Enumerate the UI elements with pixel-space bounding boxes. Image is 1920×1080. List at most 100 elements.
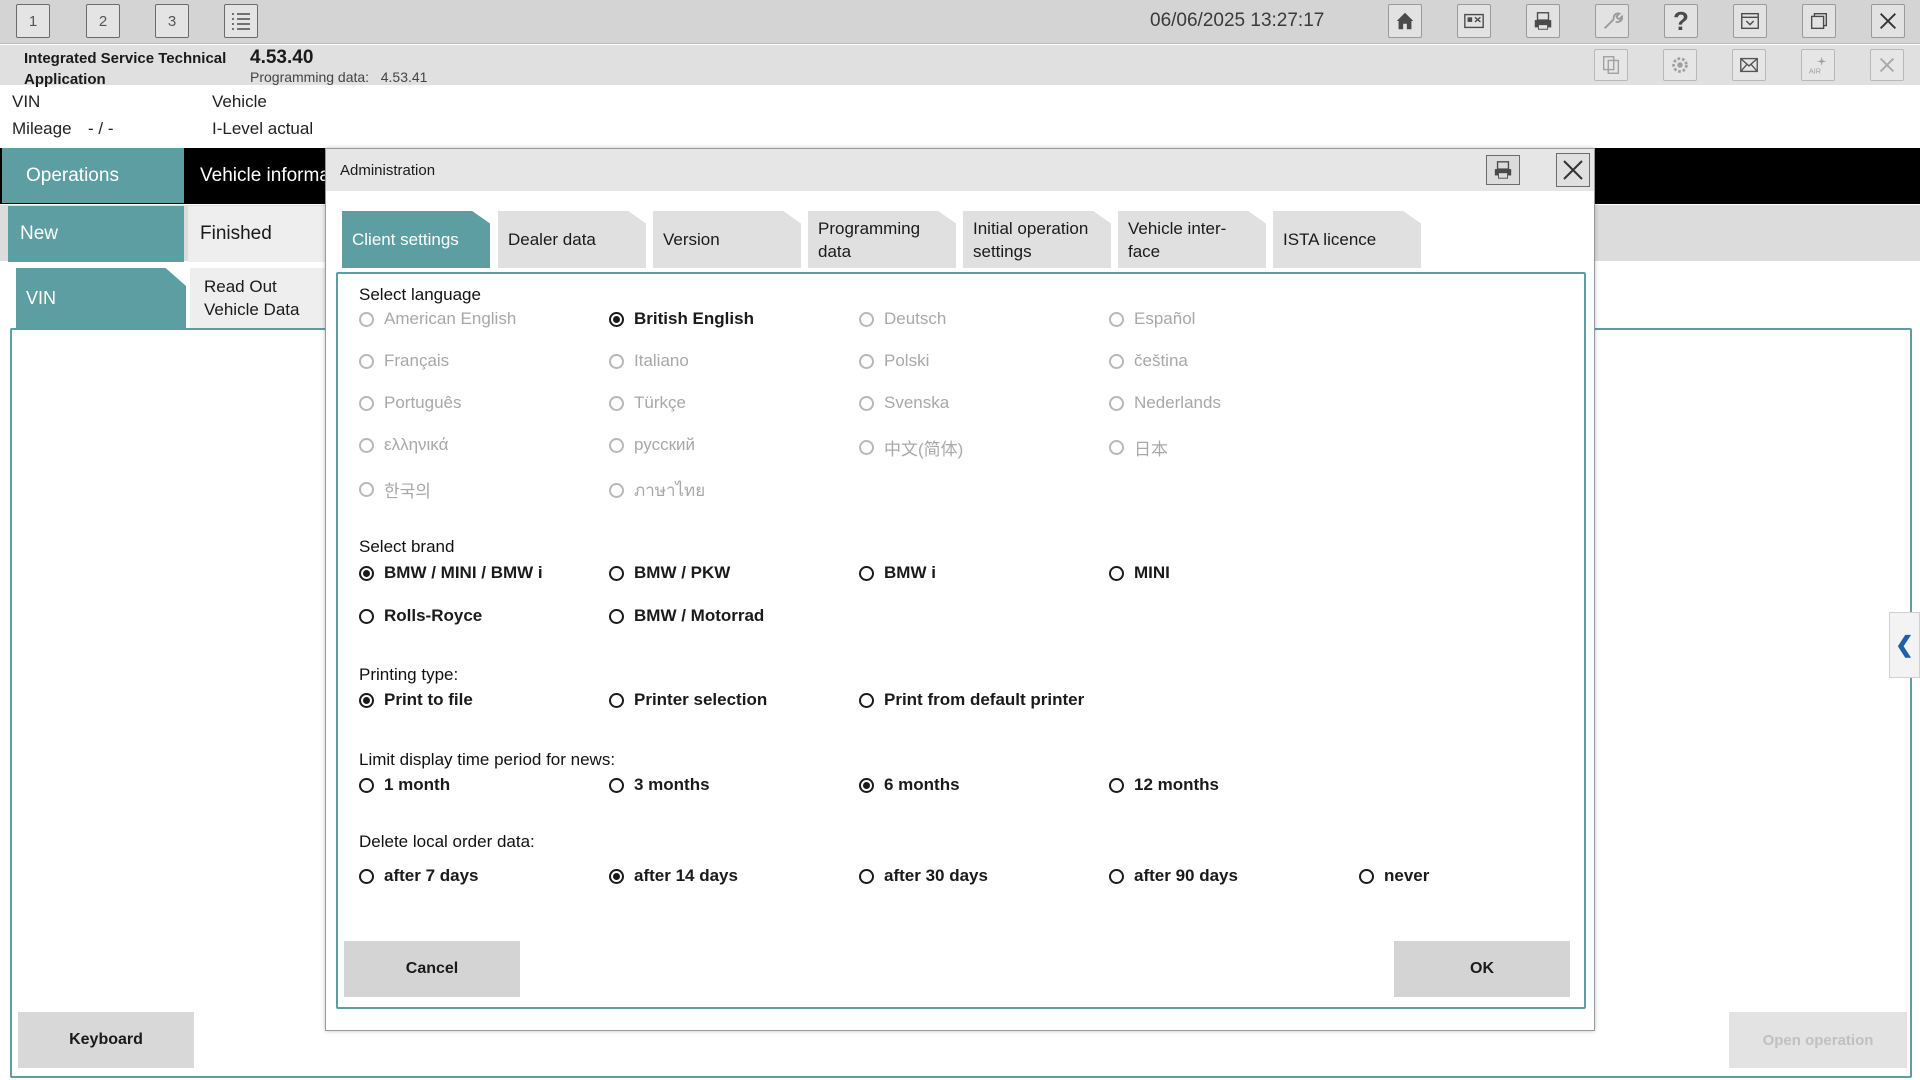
close-icon[interactable] — [1871, 4, 1905, 38]
radio-label: 日本 — [1134, 440, 1168, 459]
help-icon[interactable]: ? — [1664, 4, 1698, 38]
radio-label: after 90 days — [1134, 866, 1238, 885]
radio-american-english: American English — [359, 309, 516, 329]
radio-print-default-printer[interactable]: Print from default printer — [859, 690, 1084, 710]
mail-icon[interactable] — [1732, 49, 1766, 81]
session-tab-2[interactable]: 2 — [86, 4, 120, 38]
radio-circle — [359, 311, 374, 327]
radio-after-90-days[interactable]: after 90 days — [1109, 866, 1238, 886]
tab-client-settings[interactable]: Client settings — [342, 211, 490, 268]
tab-initial-operation-settings[interactable]: Initial operation settings — [963, 211, 1111, 268]
radio-label: never — [1384, 866, 1430, 885]
close-icon[interactable] — [1556, 153, 1590, 187]
tab-finished[interactable]: Finished — [188, 206, 328, 262]
radio-bmw-pkw[interactable]: BMW / PKW — [609, 563, 730, 583]
programming-data: Programming data: 4.53.41 — [250, 69, 427, 85]
radio-british-english[interactable]: British English — [609, 309, 754, 329]
menu-dropdown-icon[interactable] — [1733, 4, 1767, 38]
radio-circle — [359, 482, 374, 497]
home-icon[interactable] — [1388, 4, 1422, 38]
tab-programming-data[interactable]: Programming data — [808, 211, 956, 268]
keyboard-button[interactable]: Keyboard — [18, 1012, 194, 1068]
window-restore-icon[interactable] — [1802, 4, 1836, 38]
tab-dealer-data[interactable]: Dealer data — [498, 211, 646, 268]
air-icon[interactable]: AIR — [1801, 49, 1835, 81]
mileage-value: - / - — [88, 119, 114, 138]
radio-6-months[interactable]: 6 months — [859, 775, 960, 795]
radio-bmw-i[interactable]: BMW i — [859, 563, 936, 583]
tab-version[interactable]: Version — [653, 211, 801, 268]
radio-after-30-days[interactable]: after 30 days — [859, 866, 988, 886]
tab-vin[interactable]: VIN — [16, 268, 186, 328]
radio-deutsch: Deutsch — [859, 309, 946, 329]
radio-mini[interactable]: MINI — [1109, 563, 1170, 583]
radio-after-7-days[interactable]: after 7 days — [359, 866, 479, 886]
radio-label: Türkçe — [634, 393, 686, 412]
radio-circle — [1109, 311, 1124, 327]
ok-button[interactable]: OK — [1394, 941, 1570, 997]
radio-japanese: 日本 — [1109, 435, 1168, 460]
tab-operations[interactable]: Operations — [2, 148, 184, 203]
radio-print-to-file[interactable]: Print to file — [359, 690, 473, 710]
section-title-printing: Printing type: — [359, 665, 459, 684]
radio-label: Português — [384, 393, 462, 412]
print-icon[interactable] — [1526, 4, 1560, 38]
list-icon[interactable] — [224, 4, 258, 38]
radio-1-month[interactable]: 1 month — [359, 775, 450, 795]
display-icon[interactable] — [1457, 4, 1491, 38]
radio-circle — [1109, 777, 1124, 793]
radio-label: Nederlands — [1134, 393, 1221, 412]
app-header: Integrated Service Technical Application… — [0, 45, 1920, 88]
session-tab-3[interactable]: 3 — [155, 4, 189, 38]
tab-new[interactable]: New — [8, 206, 184, 262]
tab-vehicle-information[interactable]: Vehicle informa — [188, 148, 328, 203]
radio-label: 中文(简体) — [884, 440, 964, 459]
radio-circle — [609, 311, 624, 327]
radio-label: 6 months — [884, 775, 960, 794]
programming-data-version: 4.53.41 — [380, 69, 428, 85]
radio-after-14-days[interactable]: after 14 days — [609, 866, 738, 886]
section-title-language: Select language — [359, 285, 481, 304]
radio-bmw-mini-bmwi[interactable]: BMW / MINI / BMW i — [359, 563, 543, 583]
tab-vehicle-interface[interactable]: Vehicle inter-face — [1118, 211, 1266, 268]
cancel-button[interactable]: Cancel — [344, 941, 520, 997]
radio-label: BMW / Motorrad — [634, 606, 765, 625]
radio-circle — [609, 777, 624, 793]
radio-label: after 30 days — [884, 866, 988, 885]
radio-circle — [859, 692, 874, 708]
radio-circle — [609, 395, 624, 411]
radio-label: Print from default printer — [884, 690, 1085, 709]
radio-label: Français — [384, 351, 450, 370]
wrench-icon[interactable] — [1595, 4, 1629, 38]
radio-circle — [1109, 395, 1124, 411]
radio-bmw-motorrad[interactable]: BMW / Motorrad — [609, 606, 764, 626]
radio-label: MINI — [1134, 563, 1170, 582]
radio-label: BMW i — [884, 563, 936, 582]
section-title-brand: Select brand — [359, 537, 455, 556]
radio-label: Rolls-Royce — [384, 606, 483, 625]
radio-circle — [609, 483, 624, 498]
radio-label: BMW / PKW — [634, 563, 731, 582]
copy-icon[interactable] — [1594, 49, 1628, 81]
radio-never[interactable]: never — [1359, 866, 1429, 886]
radio-printer-selection[interactable]: Printer selection — [609, 690, 767, 710]
print-icon[interactable] — [1486, 155, 1520, 185]
gear-icon[interactable] — [1663, 49, 1697, 81]
session-tab-1[interactable]: 1 — [16, 4, 50, 38]
radio-circle — [359, 777, 374, 793]
radio-3-months[interactable]: 3 months — [609, 775, 710, 795]
radio-circle — [609, 692, 624, 708]
radio-circle — [609, 608, 624, 624]
close-session-icon[interactable] — [1870, 49, 1904, 81]
radio-12-months[interactable]: 12 months — [1109, 775, 1219, 795]
radio-label: Polski — [884, 351, 930, 370]
tab-ista-licence[interactable]: ISTA licence — [1273, 211, 1421, 268]
radio-label: 3 months — [634, 775, 710, 794]
tab-read-out-vehicle-data[interactable]: Read Out Vehicle Data — [190, 268, 330, 328]
radio-rolls-royce[interactable]: Rolls-Royce — [359, 606, 482, 626]
radio-polski: Polski — [859, 351, 929, 371]
vin-label: VIN — [12, 92, 41, 111]
ilevel-label: I-Level actual — [212, 119, 314, 138]
radio-label: Español — [1134, 309, 1196, 328]
chevron-left-icon[interactable]: ❮ — [1889, 612, 1920, 678]
